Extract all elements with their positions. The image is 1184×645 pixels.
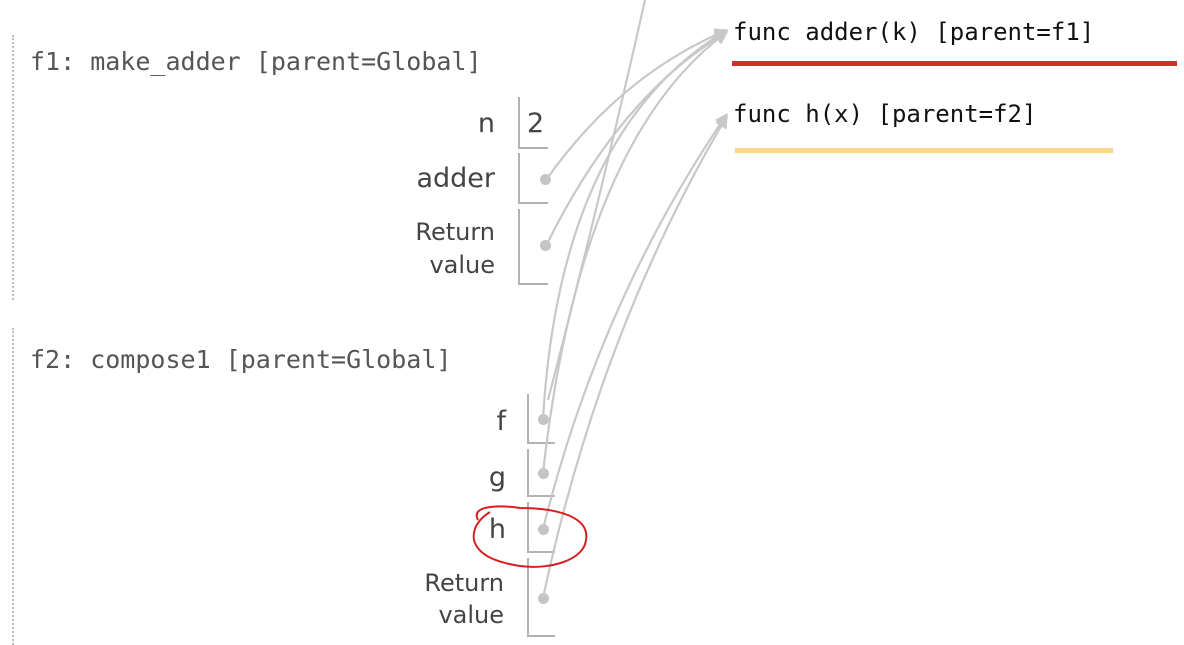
- var-f-label: f: [496, 406, 506, 437]
- object-h-func: func h(x) [parent=f2]: [733, 100, 1037, 128]
- frame-f2-title: f2: compose1 [parent=Global]: [30, 345, 452, 374]
- arrow-f2-return: [541, 114, 728, 599]
- var-return-label-1: Return: [415, 218, 495, 246]
- pointer-dot: [538, 468, 549, 479]
- frame-f1-border: [12, 35, 14, 300]
- var-g-label: g: [488, 462, 506, 493]
- arrow-f: [541, 29, 729, 420]
- arrow-f1-return: [545, 31, 729, 247]
- frame-f2-border: [12, 328, 14, 645]
- arrow-adder: [545, 28, 729, 181]
- pointer-arrows: [472, 0, 729, 599]
- var-n-value: 2: [527, 108, 545, 139]
- object-h-underline: [735, 148, 1113, 153]
- frame-f1-title: f1: make_adder [parent=Global]: [30, 47, 482, 76]
- arrow-h: [541, 112, 728, 530]
- arrow-from-offscreen: [546, 0, 647, 401]
- var-n-label: n: [477, 108, 495, 139]
- var-return-label-2: value: [438, 601, 504, 629]
- pointer-dot: [540, 174, 551, 185]
- pointer-dot: [540, 240, 551, 251]
- pointer-dot: [538, 593, 549, 604]
- pointer-dot: [538, 524, 549, 535]
- pointer-dot: [538, 414, 549, 425]
- var-return-label-2: value: [429, 251, 495, 279]
- var-h-label: h: [488, 514, 506, 545]
- object-adder-func: func adder(k) [parent=f1]: [733, 18, 1095, 46]
- object-adder-underline: [732, 61, 1177, 66]
- var-return-label-1: Return: [424, 569, 504, 597]
- var-adder-label: adder: [416, 163, 495, 194]
- arrow-g: [541, 31, 729, 474]
